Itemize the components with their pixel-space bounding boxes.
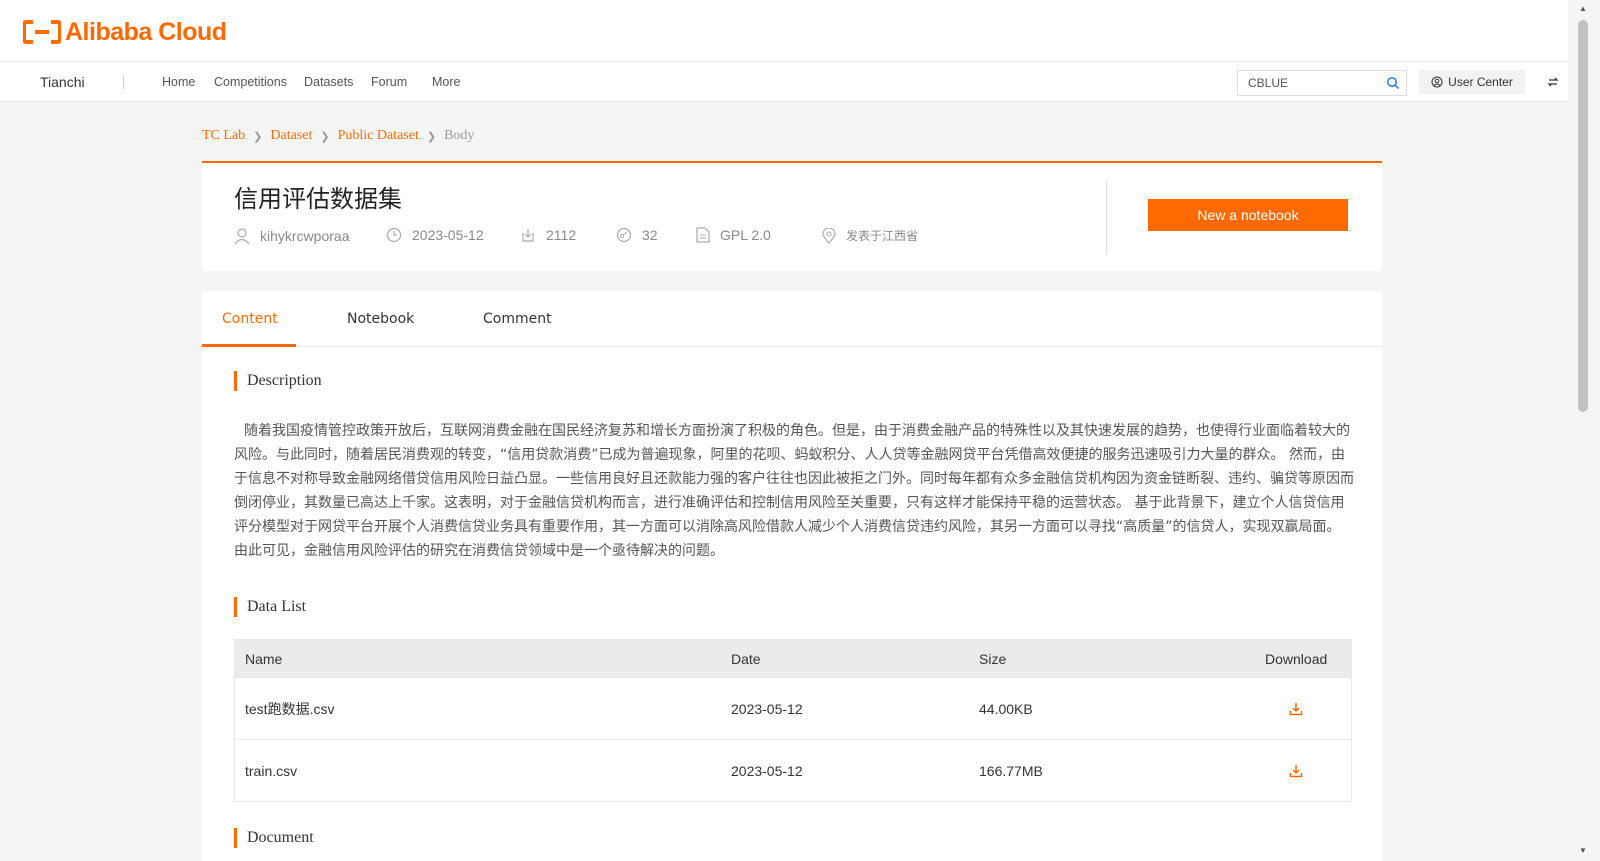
clock-icon <box>386 227 402 243</box>
meta-downloads: 2112 <box>520 227 576 243</box>
alibaba-cloud-logo[interactable]: Alibaba Cloud <box>23 18 227 46</box>
user-circle-icon <box>1431 76 1443 88</box>
column-header-size: Size <box>979 650 1007 667</box>
download-icon[interactable] <box>1289 702 1303 716</box>
document-heading: Document <box>234 828 314 848</box>
data-list-table: Name Date Size Download test跑数据.csv 2023… <box>234 639 1352 802</box>
column-header-date: Date <box>731 650 761 667</box>
language-switch-icon[interactable] <box>1547 76 1559 88</box>
tab-content[interactable]: Content <box>222 311 278 327</box>
meta-location: 发表于江西省 <box>822 227 918 244</box>
logo-text: Alibaba Cloud <box>65 17 227 46</box>
file-name: train.csv <box>245 762 298 779</box>
breadcrumb-tc-lab[interactable]: TC Lab <box>202 128 245 144</box>
main-nav: Tianchi Home Competitions Datasets Forum… <box>0 62 1568 102</box>
download-count: 2112 <box>546 227 577 243</box>
file-date: 2023-05-12 <box>731 700 803 717</box>
scroll-down-arrow-icon[interactable]: ▼ <box>1578 846 1588 855</box>
table-header-row: Name Date Size Download <box>235 640 1351 677</box>
column-header-name: Name <box>245 650 283 667</box>
view-count: 32 <box>642 227 658 243</box>
breadcrumb-current: Body <box>444 128 475 143</box>
breadcrumb-dataset[interactable]: Dataset <box>270 128 312 144</box>
table-row: train.csv 2023-05-12 166.77MB <box>235 739 1351 801</box>
chevron-right-icon: ❯ <box>253 130 263 143</box>
dataset-title: 信用评估数据集 <box>234 185 402 213</box>
nav-datasets[interactable]: Datasets <box>304 75 353 89</box>
views-icon <box>616 227 632 243</box>
meta-license: GPL 2.0 <box>696 227 771 243</box>
page-scrollbar[interactable]: ▲ ▼ <box>1568 0 1600 861</box>
description-heading: Description <box>234 371 322 391</box>
download-icon[interactable] <box>1289 764 1303 778</box>
table-row: test跑数据.csv 2023-05-12 44.00KB <box>235 677 1351 739</box>
description-text: 随着我国疫情管控政策开放后，互联网消费金融在国民经济复苏和增长方面扮演了积极的角… <box>234 423 1354 559</box>
nav-divider <box>123 75 124 89</box>
search-icon[interactable] <box>1386 76 1400 90</box>
meta-author: kihykrcwporaa <box>234 227 349 245</box>
header-divider <box>1106 181 1107 255</box>
breadcrumb: TC Lab ❯ Dataset ❯ Public Dataset ❯ Body <box>202 128 474 144</box>
tab-notebook[interactable]: Notebook <box>347 311 414 327</box>
location-pin-icon <box>822 227 836 244</box>
breadcrumb-public-dataset[interactable]: Public Dataset <box>338 128 419 144</box>
data-list-heading: Data List <box>234 597 306 617</box>
tab-bar: Content Notebook Comment <box>202 291 1382 347</box>
meta-views: 32 <box>616 227 658 243</box>
tab-comment[interactable]: Comment <box>483 311 552 327</box>
author-name[interactable]: kihykrcwporaa <box>260 228 349 244</box>
search-input[interactable] <box>1248 76 1378 90</box>
user-icon <box>234 228 250 245</box>
nav-home[interactable]: Home <box>162 75 195 89</box>
scroll-up-arrow-icon[interactable]: ▲ <box>1578 4 1588 13</box>
publish-date: 2023-05-12 <box>412 227 484 243</box>
license: GPL 2.0 <box>720 227 771 243</box>
chevron-right-icon: ❯ <box>320 130 330 143</box>
new-notebook-button[interactable]: New a notebook <box>1148 199 1348 231</box>
dataset-header-card: 信用评估数据集 kihykrcwporaa 2023-05-12 2112 32 <box>202 161 1382 271</box>
user-center-button[interactable]: User Center <box>1419 70 1525 94</box>
document-icon <box>696 227 710 243</box>
nav-forum[interactable]: Forum <box>371 75 407 89</box>
nav-competitions[interactable]: Competitions <box>214 75 287 89</box>
file-size: 166.77MB <box>979 762 1043 779</box>
scroll-thumb[interactable] <box>1578 20 1588 412</box>
brand-tianchi[interactable]: Tianchi <box>40 74 85 90</box>
column-header-download: Download <box>1265 650 1328 667</box>
top-header: Alibaba Cloud <box>0 0 1568 62</box>
location-text: 发表于江西省 <box>846 229 919 243</box>
file-size: 44.00KB <box>979 700 1033 717</box>
nav-more[interactable]: More <box>432 75 460 89</box>
chevron-right-icon: ❯ <box>426 130 437 143</box>
alibaba-logo-icon <box>23 20 61 44</box>
active-tab-indicator <box>202 344 296 347</box>
file-date: 2023-05-12 <box>731 762 803 779</box>
user-center-label: User Center <box>1448 75 1513 89</box>
search-box <box>1237 70 1407 96</box>
download-count-icon <box>522 229 534 242</box>
content-card: Content Notebook Comment Description 随着我… <box>202 291 1382 861</box>
file-name: test跑数据.csv <box>245 700 335 717</box>
meta-date: 2023-05-12 <box>386 227 484 243</box>
